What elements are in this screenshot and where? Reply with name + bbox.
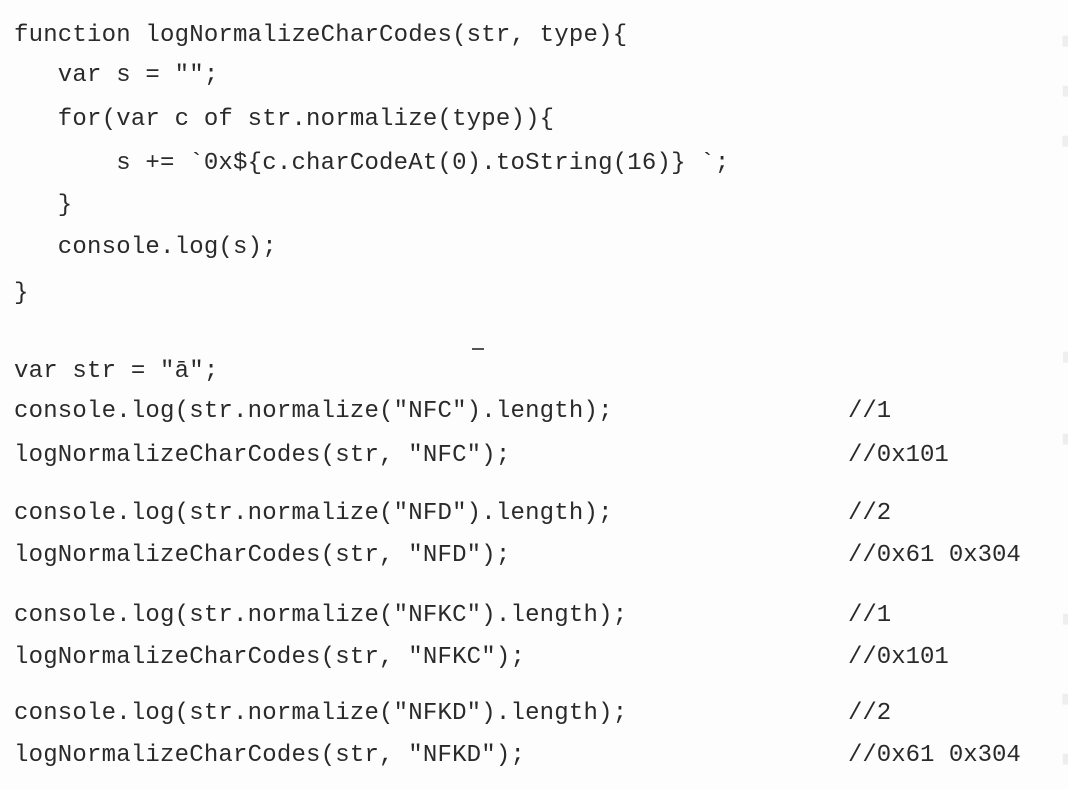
code-comment: //2 [848,500,892,527]
code-statement: logNormalizeCharCodes(str, "NFKD"); [14,742,526,769]
code-statement: console.log(str.normalize("NFKC").length… [14,602,628,629]
code-line: s += `0x${c.charCodeAt(0).toString(16)} … [14,150,730,177]
code-line: function logNormalizeCharCodes(str, type… [14,22,628,49]
code-statement: console.log(str.normalize("NFD").length)… [14,500,613,527]
code-comment: //0x101 [848,442,949,469]
code-listing: function logNormalizeCharCodes(str, type… [14,0,1064,790]
code-statement: logNormalizeCharCodes(str, "NFKC"); [14,644,526,671]
code-line: var str = "ā"; [14,358,219,385]
code-line: } [14,280,29,307]
code-statement: logNormalizeCharCodes(str, "NFC"); [14,442,511,469]
code-comment: //2 [848,700,892,727]
code-comment: //1 [848,602,892,629]
code-statement: console.log(str.normalize("NFKD").length… [14,700,628,727]
code-comment: //0x61 0x304 [848,742,1021,769]
stray-mark [472,348,484,350]
code-line: var s = ""; [14,62,219,89]
code-statement: console.log(str.normalize("NFC").length)… [14,398,613,425]
code-line: } [14,192,73,219]
code-line: for(var c of str.normalize(type)){ [14,106,555,133]
code-comment: //0x61 0x304 [848,542,1021,569]
code-line: console.log(s); [14,234,277,261]
code-statement: logNormalizeCharCodes(str, "NFD"); [14,542,511,569]
code-comment: //1 [848,398,892,425]
code-comment: //0x101 [848,644,949,671]
